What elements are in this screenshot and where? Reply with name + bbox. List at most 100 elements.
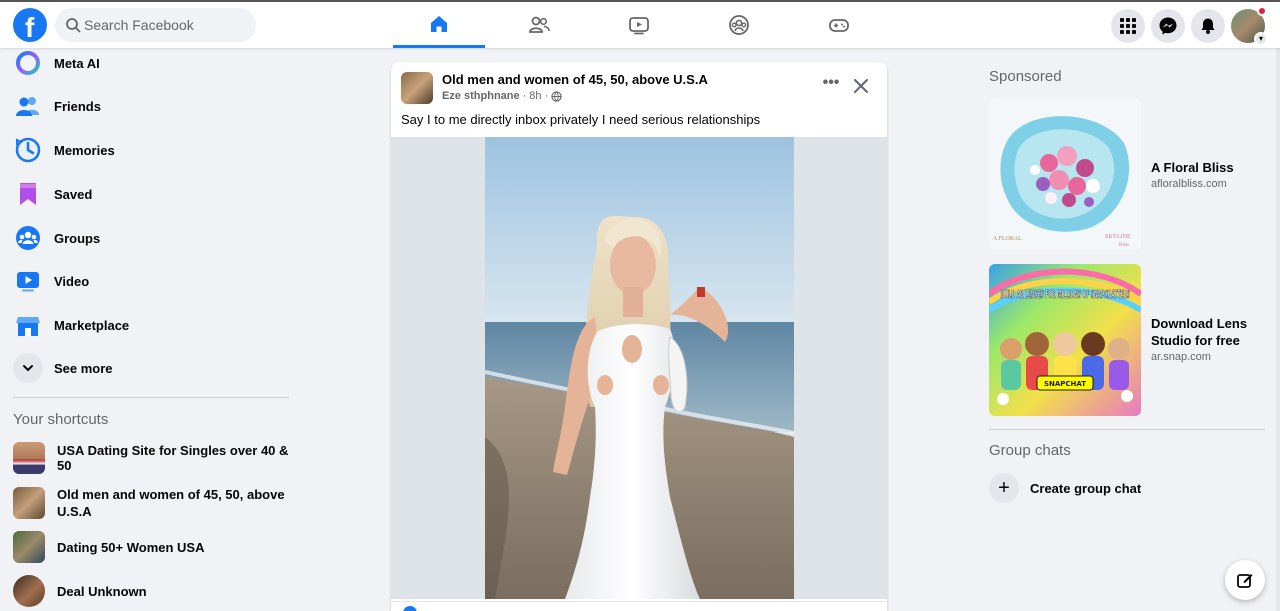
shortcut-item[interactable]: Deal Unknown [8, 571, 292, 611]
groups-icon [729, 15, 749, 35]
sidebar-item-label: Marketplace [54, 317, 130, 333]
ad-image-snap[interactable]: BUILD AR LENSES FOR MILLIONS OF SNAPCHAT… [989, 264, 1141, 416]
shortcut-label-line: Old men and women of 45, 50, above [57, 487, 285, 502]
plus-icon: + [989, 473, 1019, 503]
ad-image-text: BUILD AR LENSES FOR MILLIONS OF SNAPCHAT… [1000, 289, 1130, 301]
beach-photo [485, 137, 794, 599]
shortcut-label: Dating 50+ Women USA [57, 539, 205, 555]
shortcut-item[interactable]: Dating 50+ Women USA [8, 527, 292, 567]
menu-button[interactable] [1111, 9, 1145, 43]
post-photo[interactable] [485, 137, 794, 599]
tab-home[interactable] [393, 2, 485, 48]
new-message-button[interactable] [1225, 560, 1265, 600]
sidebar-item-label: See more [54, 360, 113, 376]
messenger-icon [1159, 17, 1177, 35]
sidebar-item-friends[interactable]: Friends [8, 86, 292, 126]
shortcut-thumbnail [13, 442, 45, 474]
gaming-icon [829, 19, 849, 32]
sidebar-item-label: Groups [54, 230, 101, 246]
sidebar-item-meta-ai[interactable]: Meta AI [8, 43, 292, 83]
shortcut-label: Old men and women of 45, 50, above U.S.A [57, 486, 285, 520]
shortcut-thumbnail [13, 531, 45, 563]
globe-icon [551, 90, 562, 102]
search-input[interactable] [83, 8, 248, 42]
tab-gaming[interactable] [793, 2, 885, 48]
shortcut-item[interactable]: USA Dating Site for Singles over 40 & 50 [8, 438, 292, 478]
sidebar-item-marketplace[interactable]: Marketplace [8, 305, 292, 345]
shortcut-label: USA Dating Site for Singles over 40 & 50 [57, 443, 289, 473]
ad-title[interactable]: A Floral Bliss [1151, 159, 1261, 176]
page-scrollbar[interactable] [1276, 48, 1280, 611]
sponsored-heading: Sponsored [989, 68, 1062, 85]
ad-title[interactable]: Download Lens Studio for free [1151, 315, 1261, 349]
sidebar-item-see-more[interactable]: See more [8, 348, 292, 388]
shortcut-thumbnail [13, 575, 45, 607]
post-text: Say I to me directly inbox privately I n… [401, 112, 761, 127]
shortcuts-heading: Your shortcuts [13, 411, 109, 428]
create-group-chat-button[interactable]: + Create group chat [983, 472, 1265, 504]
post-meta: Eze sthphnane · 8h · [442, 90, 562, 102]
meta-separator: · [522, 90, 527, 102]
shortcut-item[interactable]: Old men and women of 45, 50, above U.S.A [8, 482, 292, 524]
sidebar-item-video[interactable]: Video [8, 261, 292, 301]
ad-title-line: Download Lens [1151, 316, 1248, 331]
messenger-button[interactable] [1151, 9, 1185, 43]
sidebar-item-memories[interactable]: Memories [8, 130, 292, 170]
tab-watch[interactable] [593, 2, 685, 48]
shortcut-thumbnail [13, 487, 45, 519]
sidebar-item-saved[interactable]: Saved [8, 174, 292, 214]
account-avatar[interactable]: ▾ [1231, 6, 1268, 46]
grid-menu-icon [1120, 18, 1136, 34]
home-icon [431, 15, 447, 32]
group-avatar[interactable] [401, 72, 433, 104]
like-reaction-icon[interactable] [403, 606, 417, 611]
post-group-name[interactable]: Old men and women of 45, 50, above U.S.A [442, 72, 708, 87]
post-time[interactable]: 8h [529, 90, 541, 102]
snapchat-lens-image: BUILD AR LENSES FOR MILLIONS OF SNAPCHAT… [989, 264, 1141, 416]
ad-image-text: A FLORAL [993, 236, 1022, 242]
ad-url: afloralbliss.com [1151, 178, 1227, 190]
bell-icon [1201, 18, 1215, 34]
sidebar-divider [13, 397, 289, 398]
notifications-button[interactable] [1191, 9, 1225, 43]
ad-image-text: Bliss [1119, 243, 1129, 248]
shortcut-label-line: U.S.A [57, 504, 92, 519]
right-divider [989, 429, 1265, 430]
sidebar-item-label: Saved [54, 186, 93, 202]
search-icon [66, 18, 81, 33]
feed-post: Old men and women of 45, 50, above U.S.A… [391, 62, 887, 611]
flower-bouquet-image: A FLORAL SKYLINE Bliss [989, 98, 1141, 250]
sidebar-item-label: Memories [54, 142, 115, 158]
groups-icon [14, 224, 42, 252]
chevron-down-icon [13, 353, 43, 383]
notification-dot [1257, 6, 1267, 16]
sidebar-item-label: Friends [54, 98, 101, 114]
create-group-chat-label: Create group chat [1030, 480, 1142, 496]
sidebar-item-label: Meta AI [54, 55, 100, 71]
tab-friends[interactable] [493, 2, 585, 48]
ad-image-floral[interactable]: A FLORAL SKYLINE Bliss [989, 98, 1141, 250]
friends-icon [529, 16, 550, 33]
sidebar-item-groups[interactable]: Groups [8, 218, 292, 258]
close-icon[interactable] [849, 74, 873, 98]
shortcut-label: Deal Unknown [57, 583, 147, 599]
meta-separator: · [544, 90, 549, 102]
more-options-icon[interactable]: ••• [819, 75, 843, 96]
post-reactions-bar [391, 601, 887, 611]
sidebar-item-label: Video [54, 273, 90, 289]
facebook-logo[interactable]: f [13, 8, 47, 43]
saved-icon [14, 180, 42, 208]
ad-url: ar.snap.com [1151, 351, 1211, 363]
top-navigation-bar: f ▾ [0, 0, 1280, 48]
ad-image-badge: SNAPCHAT [1044, 380, 1086, 388]
group-chats-heading: Group chats [989, 442, 1071, 459]
search-box[interactable] [55, 8, 256, 42]
tab-groups[interactable] [693, 2, 785, 48]
post-author[interactable]: Eze sthphnane [442, 90, 520, 102]
ad-title-line: Studio for free [1151, 333, 1240, 348]
marketplace-icon [14, 311, 42, 339]
friends-icon [14, 92, 42, 120]
chevron-down-icon: ▾ [1254, 32, 1268, 46]
video-icon [14, 267, 42, 295]
facebook-logo-letter: f [25, 12, 35, 43]
